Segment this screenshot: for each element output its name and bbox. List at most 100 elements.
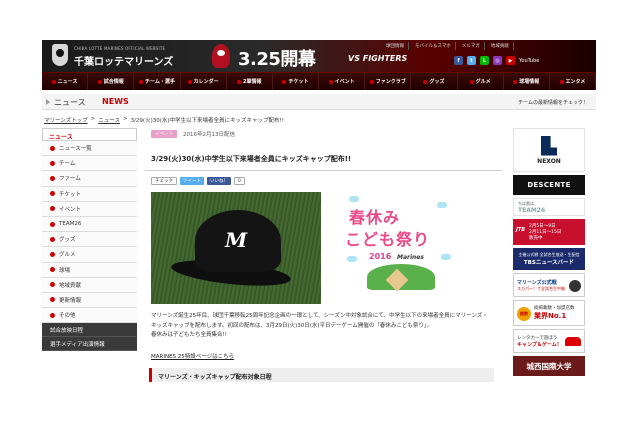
sidebar-item-stadium[interactable]: 球場 [42,262,137,278]
bullet-icon [50,312,55,318]
sidebar-item-news-list[interactable]: ニュース一覧 [42,141,137,157]
sidebar-item-gourmet[interactable]: グルメ [42,247,137,263]
breadcrumb: マリーンズトップ > ニュース > 3/29(火)30(水)中学生以下来場者全員… [44,116,284,124]
breadcrumb-separator: > [90,116,96,122]
sidebar-item-other[interactable]: その他 [42,308,137,324]
cloud-icon [349,196,359,202]
festival-title-line1: 春休み [349,208,401,227]
page-title: ニュース [54,98,86,107]
nav-bullet-icon [187,79,192,84]
sidebar-item-goods[interactable]: グッズ [42,232,137,248]
opening-opponent: VS FIGHTERS [348,54,408,63]
sidebar-item-event[interactable]: イベント [42,201,137,217]
article: イベント 2016年2月13日配信 3/29(火)30(水)中学生以下来場者全員… [145,128,502,382]
nav-bullet-icon [97,79,102,84]
sidebar-item-ticket[interactable]: チケット [42,186,137,202]
sidebar-item-farm[interactable]: ファーム [42,171,137,187]
sponsor-banners: NEXON DESCENTE ちば県は、 TEAM26 JTB 2月5日～9日 … [513,128,585,379]
facebook-icon[interactable]: f [454,56,463,65]
special-page-link[interactable]: MARINES 25特設ページはこちら [151,352,234,360]
jtb-logo-icon: JTB [516,227,526,233]
breadcrumb-news[interactable]: ニュース [98,116,120,124]
banner-team26-title: TEAM26 [518,206,546,214]
bullet-icon [50,236,55,242]
nav-team[interactable]: チーム・選手 [134,73,181,90]
sidebar-item-updates[interactable]: 更新情報 [42,292,137,309]
bullet-icon [50,282,55,288]
kids-cap-photo: M [151,192,321,304]
nav-bullet-icon [282,79,287,84]
youtube-icon[interactable]: ▶ [506,56,515,65]
util-link-club[interactable]: 球団情報 [382,42,409,50]
nav-ticket[interactable]: チケット [273,73,320,90]
nav-games[interactable]: 試合情報 [88,73,135,90]
bullet-icon [50,297,55,303]
line-icon[interactable]: L [480,56,489,65]
banner-tbs-title: TBSニュースバード [523,260,575,266]
opening-date[interactable]: 3.25開幕 [238,45,316,71]
like-button[interactable]: いいね！ [207,177,231,185]
nav-bullet-icon [423,79,428,84]
tweet-button[interactable]: ツイート [180,177,204,185]
body-line: 春休みは子どもたち全員集合!! [151,332,227,338]
nav-goods[interactable]: グッズ [411,73,458,90]
banner-josai[interactable]: 城西国際大学 [513,356,585,376]
nav-bullet-icon [51,79,56,84]
twitter-icon[interactable]: t [467,56,476,65]
nav-stadium[interactable]: 球場情報 [504,73,550,90]
schedule-heading: マリーンズ・キッズキャップ配布対象日程 [149,368,494,382]
nav-event[interactable]: イベント [319,73,366,90]
bullet-icon [50,251,55,257]
mascot-icon [569,280,581,292]
nav-fanclub[interactable]: ファンクラブ [365,73,412,90]
nav-calendar[interactable]: カレンダー [181,73,227,90]
festival-year: 2016 [369,252,392,261]
banner-nexon[interactable]: NEXON [513,128,585,172]
breadcrumb-home[interactable]: マリーンズトップ [44,116,88,124]
nav-bullet-icon [328,79,333,84]
util-link-community[interactable]: 地域貢献 [487,42,514,50]
check-button[interactable]: チェック [151,177,177,185]
banner-rent-title: キャンプ＆ゲーム！ [517,341,562,348]
sidebar-item-team[interactable]: チーム [42,156,137,172]
share-buttons: チェック ツイート いいね！ 0 [145,177,502,185]
sidebar-item-media[interactable]: 選手メディア出演情報 [42,337,137,352]
sidebar-item-community[interactable]: 地域貢献 [42,277,137,293]
banner-jtb-status: 販売中 [529,236,543,241]
festival-title-line2: こども祭り [345,230,431,249]
sidebar-item-team26[interactable]: TEAM26 [42,216,137,233]
article-meta: イベント 2016年2月13日配信 [145,128,502,140]
marines-logo-icon[interactable] [52,44,68,66]
breadcrumb-separator: > [122,116,128,122]
site-name[interactable]: 千葉ロッテマリーンズ [74,53,173,68]
sidebar-item-broadcast[interactable]: 試合放映日程 [42,323,137,338]
post-date: 2016年2月13日配信 [183,132,235,138]
article-body: マリーンズ誕生25年目、球団千葉移転25周年記念企画の一環として、シーズン中対象… [151,312,496,341]
nav-bullet-icon [559,79,564,84]
global-nav: ニュース 試合情報 チーム・選手 カレンダー 2軍情報 チケット イベント ファ… [42,72,596,90]
banner-jtb[interactable]: JTB 2月5日～9日 2月11日～15日 販売中 [513,219,585,245]
banner-nexon-text: NEXON [537,157,561,165]
bullet-icon [50,267,55,273]
nav-entertainment[interactable]: エンタメ [550,73,596,90]
banner-rentacar[interactable]: レンタカーで遊ぼう キャンプ＆ゲーム！ [513,329,585,353]
category-badge[interactable]: イベント [151,130,177,138]
body-line: キッズキャップを配布します。初回の配布は、3月29日(火)30日(水)平日デーゲ… [151,322,433,329]
util-link-mobile[interactable]: モバイル＆スマホ [411,42,456,50]
banner-skyperfect[interactable]: マリーンズ公式戦 スカパー！で全試合生中継 [513,273,585,297]
banner-tbs[interactable]: 主催公式戦 全試合生放送・生配信 TBSニュースバード [513,248,585,270]
youtube-label[interactable]: YouTube [519,58,539,64]
instagram-icon[interactable]: ◎ [493,56,502,65]
banner-team26[interactable]: ちば県は、 TEAM26 [513,198,585,216]
no1-badge-icon: 総数 [517,307,531,321]
util-link-mailmag[interactable]: メルマガ [458,42,485,50]
news-title-bar: ニュース NEWS チームの最新情報をチェック！ [42,94,596,110]
nav-news[interactable]: ニュース [42,73,89,90]
nav-farm[interactable]: 2軍情報 [227,73,273,90]
nav-gourmet[interactable]: グルメ [458,73,504,90]
bullet-icon [50,160,55,166]
banner-job[interactable]: 総数 総掲載数・加盟店数 業界No.1 [513,300,585,326]
social-links: f t L ◎ ▶ YouTube [454,56,539,65]
banner-descente[interactable]: DESCENTE [513,175,585,195]
banner-sky-caption: スカパー！で全試合生中継 [517,285,565,291]
